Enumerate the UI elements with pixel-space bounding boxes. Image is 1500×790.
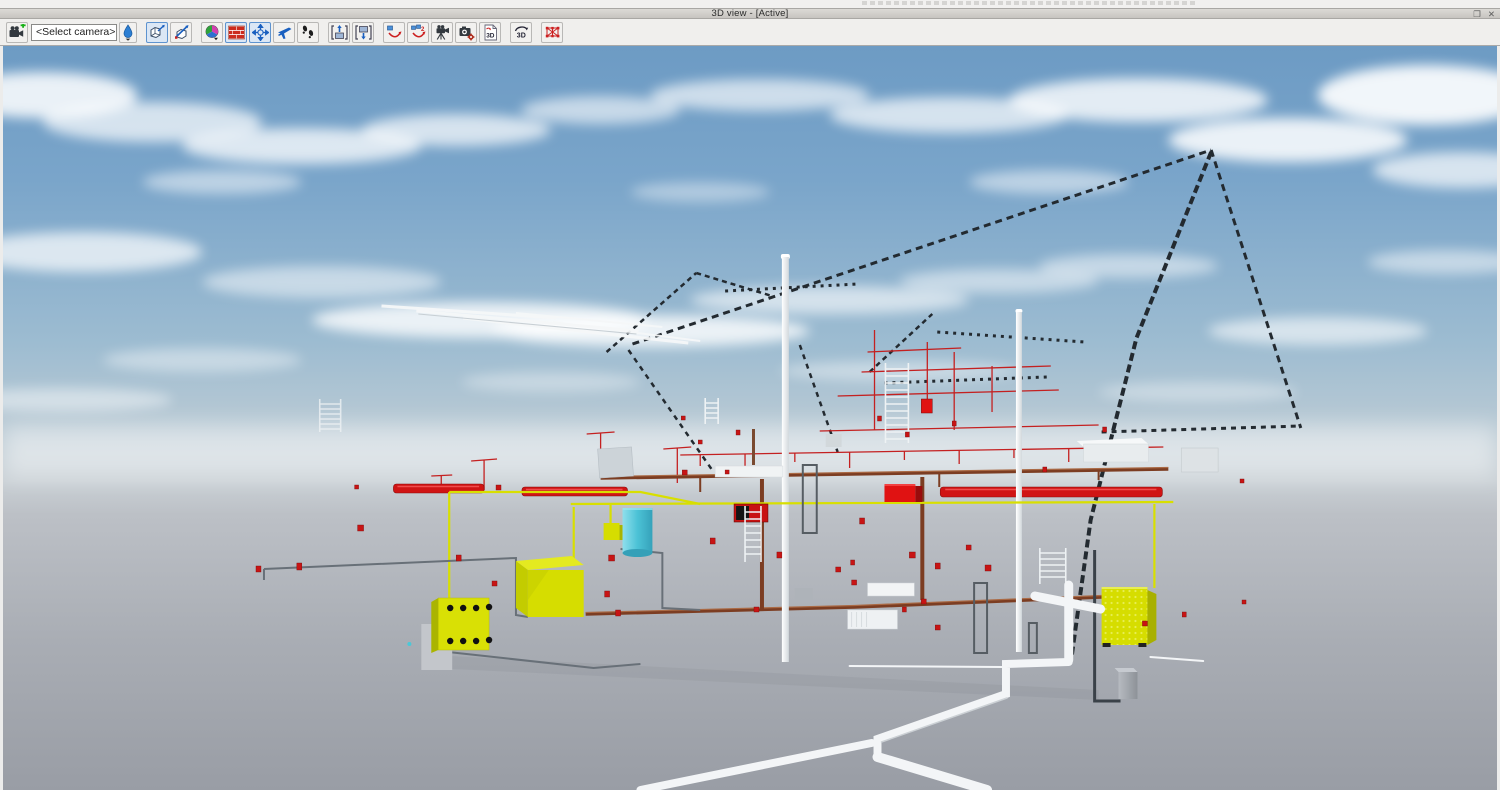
airplane-icon — [276, 24, 293, 41]
svg-text:3D: 3D — [516, 32, 525, 39]
box-arrow-up-icon — [331, 24, 348, 41]
btn-navigate-box[interactable] — [146, 22, 168, 43]
pan-arrows-icon — [252, 24, 269, 41]
cube-arrow-icon — [149, 24, 166, 40]
btn-pan-mode[interactable] — [249, 22, 271, 43]
red-curve-arrow-icon — [386, 24, 403, 40]
btn-fly-mode[interactable] — [273, 22, 295, 43]
yellow-switchboard-with-ports — [431, 598, 492, 653]
cube-pointer-icon — [173, 24, 190, 40]
cyan-tank — [623, 508, 653, 557]
btn-record-path[interactable] — [383, 22, 405, 43]
yellow-equipment-box — [516, 556, 584, 617]
btn-add-camera[interactable] — [6, 22, 28, 43]
droplet-arrow-icon — [121, 24, 135, 41]
footsteps-icon — [300, 24, 316, 41]
restore-window-button[interactable]: ❐ — [1473, 10, 1481, 19]
window-title: 3D view - [Active] — [712, 8, 789, 19]
btn-walk-mode[interactable] — [297, 22, 319, 43]
rotate-3d-icon: 3D — [513, 24, 530, 41]
red-curve-arrow-2-icon: 2 — [410, 24, 427, 40]
clipped-parent-title — [862, 1, 1197, 5]
btn-render-colors[interactable] — [201, 22, 223, 43]
brick-wall-icon — [228, 25, 245, 40]
btn-materials-view[interactable] — [225, 22, 247, 43]
camera-plus-icon — [8, 24, 26, 41]
brown-pole — [752, 429, 755, 465]
btn-camera-settings[interactable] — [455, 22, 477, 43]
color-sphere-icon — [204, 24, 221, 41]
box-arrow-down-icon — [355, 24, 372, 41]
btn-record-path-2[interactable]: 2 — [407, 22, 429, 43]
btn-red-wireframe-grid[interactable] — [541, 22, 563, 43]
close-window-button[interactable]: ✕ — [1488, 10, 1495, 19]
document-3d-icon: 3D — [483, 24, 498, 41]
btn-restore-camera-position[interactable] — [352, 22, 374, 43]
3d-viewport[interactable] — [0, 46, 1500, 790]
btn-rotate-3d-view[interactable]: 3D — [510, 22, 532, 43]
btn-store-camera-position[interactable] — [328, 22, 350, 43]
btn-drop-camera[interactable] — [119, 22, 137, 43]
btn-edit-box[interactable] — [170, 22, 192, 43]
window-title-bar[interactable]: 3D view - [Active] ❐ ✕ — [0, 8, 1500, 19]
small-yellow-junction-box — [604, 523, 624, 540]
btn-video-camera[interactable] — [431, 22, 453, 43]
3d-view-toolbar: <Select camera> — [0, 19, 1500, 46]
red-truss-icon — [544, 24, 561, 40]
camera-select-value: <Select camera> — [36, 26, 115, 38]
btn-export-3d-document[interactable]: 3D — [479, 22, 501, 43]
camera-gear-icon — [458, 24, 475, 41]
svg-text:3D: 3D — [486, 32, 495, 39]
camera-select-dropdown[interactable]: <Select camera> — [31, 24, 117, 41]
yellow-cabinet-right — [1102, 587, 1157, 647]
3d-scene — [3, 46, 1497, 790]
red-equipment-box — [884, 484, 922, 502]
tripod-camera-icon — [434, 24, 451, 41]
